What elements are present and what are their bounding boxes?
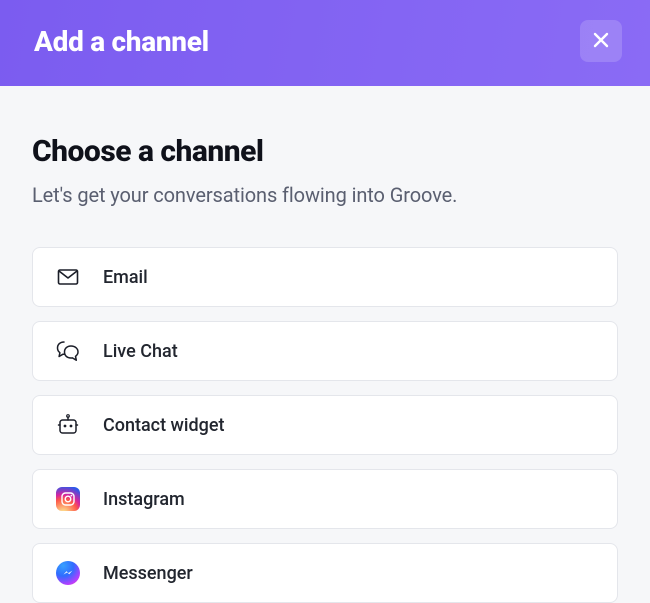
channel-label: Messenger (103, 563, 193, 584)
channel-label: Contact widget (103, 415, 224, 436)
email-icon (55, 264, 81, 290)
section-title: Choose a channel (32, 134, 618, 169)
channel-option-messenger[interactable]: Messenger (32, 543, 618, 603)
channel-label: Live Chat (103, 341, 178, 362)
messenger-icon (55, 560, 81, 586)
channel-option-live-chat[interactable]: Live Chat (32, 321, 618, 381)
close-button[interactable] (580, 20, 622, 62)
close-icon (591, 30, 611, 53)
section-subtitle: Let's get your conversations flowing int… (32, 183, 618, 207)
chat-icon (55, 338, 81, 364)
widget-icon (55, 412, 81, 438)
channel-label: Instagram (103, 489, 185, 510)
channel-option-email[interactable]: Email (32, 247, 618, 307)
modal-header: Add a channel (0, 0, 650, 86)
modal-title: Add a channel (34, 25, 209, 58)
channel-label: Email (103, 267, 148, 288)
instagram-icon (55, 486, 81, 512)
channel-option-contact-widget[interactable]: Contact widget (32, 395, 618, 455)
channel-option-instagram[interactable]: Instagram (32, 469, 618, 529)
modal-body: Choose a channel Let's get your conversa… (0, 86, 650, 603)
